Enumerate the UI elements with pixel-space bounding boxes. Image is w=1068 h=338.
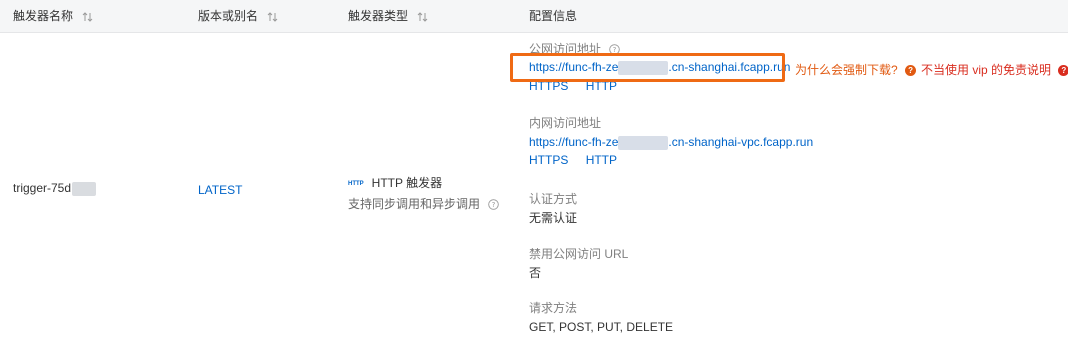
- column-header-type[interactable]: 触发器类型: [348, 0, 428, 33]
- column-header-label: 配置信息: [529, 9, 578, 23]
- version-cell: LATEST: [198, 183, 242, 197]
- sort-icon[interactable]: [82, 12, 93, 22]
- trigger-name: trigger-75d: [13, 181, 72, 195]
- help-icon[interactable]: ?: [488, 199, 500, 211]
- disable-label-row: 禁用公网访问 URL: [529, 245, 628, 262]
- column-header-label: 触发器名称: [13, 9, 74, 23]
- svg-text:?: ?: [492, 202, 496, 210]
- http-badge-icon: HTTP: [348, 180, 364, 187]
- disable-value-row: 否: [529, 264, 541, 281]
- request-method-label: 请求方法: [529, 301, 578, 315]
- question-icon[interactable]: ?: [905, 65, 917, 77]
- trigger-name-cell: trigger-75d: [13, 181, 97, 196]
- disable-public-url-value: 否: [529, 266, 542, 280]
- private-http-link[interactable]: HTTP: [586, 153, 617, 167]
- sort-icon[interactable]: [267, 12, 278, 22]
- disable-public-url-label: 禁用公网访问 URL: [529, 247, 629, 261]
- auth-label-row: 认证方式: [529, 190, 577, 207]
- url-highlight-box: [510, 53, 785, 82]
- private-address-label: 内网访问地址: [529, 116, 602, 130]
- auth-label: 认证方式: [529, 192, 578, 206]
- trigger-type-desc: 支持同步调用和异步调用: [348, 197, 481, 211]
- vip-disclaimer-link[interactable]: 不当使用 vip 的免责说明: [921, 63, 1051, 77]
- private-address-label-row: 内网访问地址: [529, 114, 601, 131]
- vip-disclaimer-row: 不当使用 vip 的免责说明 ?: [921, 61, 1068, 78]
- auth-value: 无需认证: [529, 211, 578, 225]
- sort-icon[interactable]: [417, 12, 428, 22]
- question-icon[interactable]: ?: [1058, 65, 1068, 77]
- why-download-link[interactable]: 为什么会强制下载?: [795, 63, 898, 77]
- column-header-name[interactable]: 触发器名称: [13, 0, 93, 33]
- url-suffix: .cn-shanghai-vpc.fcapp.run: [668, 135, 814, 149]
- trigger-type-cell: HTTP HTTP 触发器: [348, 174, 442, 191]
- auth-value-row: 无需认证: [529, 209, 577, 226]
- why-download-row: 为什么会强制下载? ?: [795, 61, 917, 78]
- private-https-link[interactable]: HTTPS: [529, 153, 568, 167]
- private-url-link[interactable]: https://func-fh-ze .cn-shanghai-vpc.fcapp…: [529, 135, 814, 150]
- trigger-type-label: HTTP 触发器: [371, 176, 443, 190]
- table-header: 触发器名称 版本或别名 触发器类型 配置信息: [0, 0, 1068, 33]
- column-header-version[interactable]: 版本或别名: [198, 0, 278, 33]
- redaction-mask: [618, 135, 669, 150]
- column-header-config: 配置信息: [529, 0, 577, 33]
- request-method-value: GET, POST, PUT, DELETE: [529, 320, 674, 334]
- method-value-row: GET, POST, PUT, DELETE: [529, 320, 673, 334]
- column-header-label: 触发器类型: [348, 9, 409, 23]
- version-link[interactable]: LATEST: [198, 183, 242, 197]
- url-prefix: https://func-fh-ze: [529, 135, 619, 149]
- trigger-type-desc-cell: 支持同步调用和异步调用 ?: [348, 195, 500, 212]
- column-header-label: 版本或别名: [198, 9, 259, 23]
- redaction-mask: [72, 181, 97, 196]
- private-url-row: https://func-fh-ze .cn-shanghai-vpc.fcapp…: [529, 135, 813, 150]
- method-label-row: 请求方法: [529, 299, 577, 316]
- private-protocol-row: HTTPS HTTP: [529, 153, 617, 167]
